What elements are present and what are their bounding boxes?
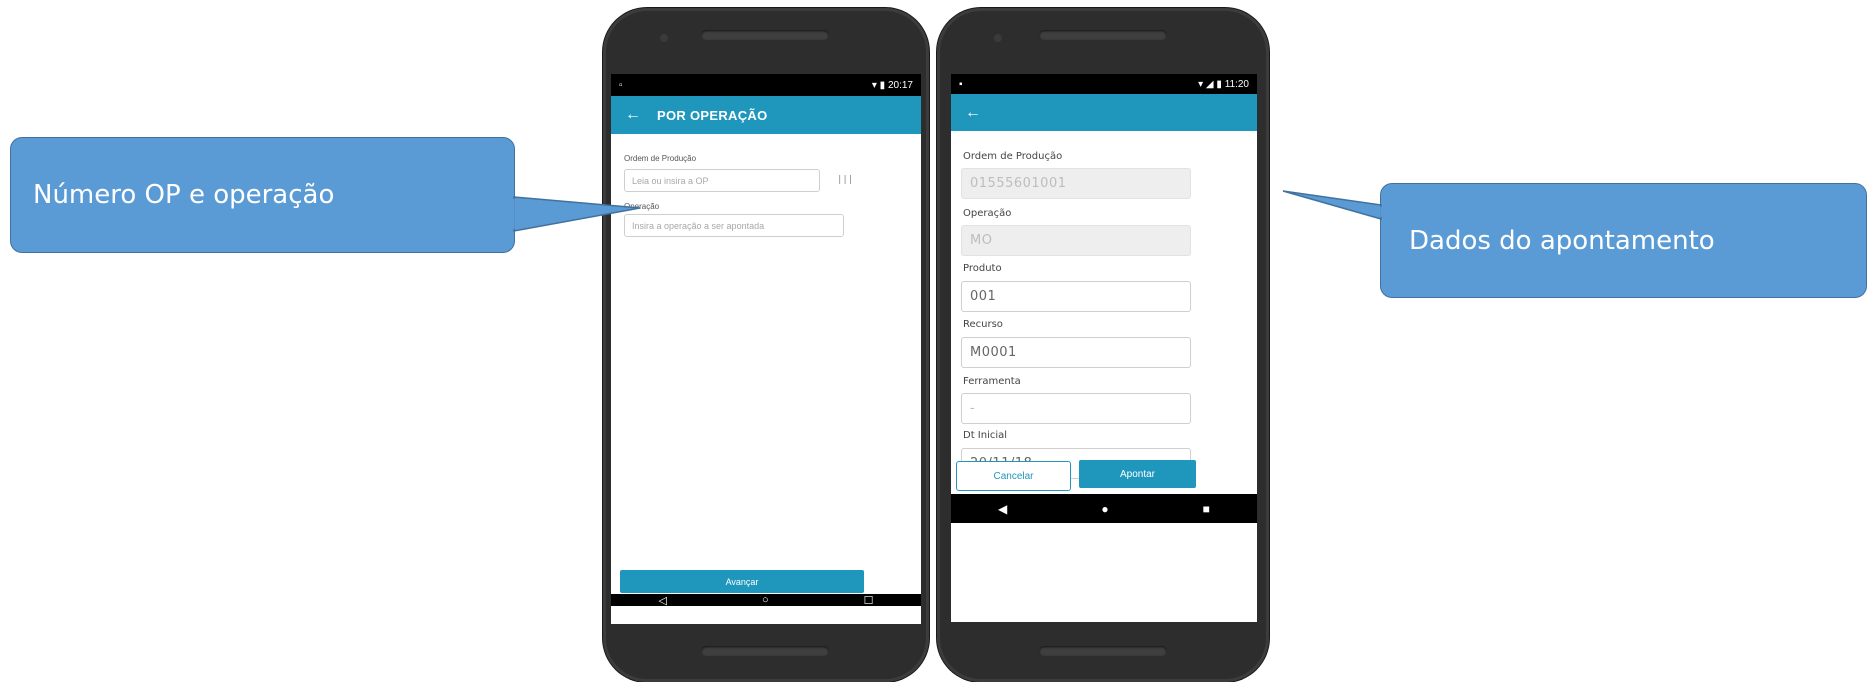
- earpiece-speaker: [701, 30, 829, 40]
- app-bar: ←: [951, 94, 1257, 131]
- field-label-op: Ordem de Produção: [624, 154, 697, 163]
- wifi-icon: ▾: [1198, 78, 1204, 90]
- arrow-left-icon[interactable]: ←: [965, 104, 981, 122]
- field-label-product: Produto: [963, 263, 1002, 274]
- phone-left: ▫ ▾ ▮ 20:17 ← POR OPERAÇÃO Ordem de Prod…: [603, 8, 929, 682]
- field-label-operation: Operação: [624, 202, 660, 211]
- field-label-resource: Recurso: [963, 319, 1003, 330]
- cancel-button[interactable]: Cancelar: [956, 461, 1071, 491]
- advance-button[interactable]: Avançar: [620, 570, 864, 593]
- notification-icon: ▫: [619, 79, 623, 91]
- bottom-speaker: [701, 646, 829, 656]
- product-field[interactable]: 001: [961, 281, 1191, 312]
- wifi-icon: ▾: [871, 79, 877, 91]
- callout-text: Número OP e operação: [33, 180, 335, 210]
- battery-icon: ▮: [879, 79, 886, 91]
- android-nav-bar: ◁ ○ ☐: [611, 594, 921, 607]
- callout-entry-data: Dados do apontamento: [1380, 183, 1867, 298]
- field-label-op: Ordem de Produção: [963, 151, 1063, 162]
- android-nav-bar: ◀ ● ■: [951, 494, 1257, 523]
- field-label-start-date: Dt Inicial: [963, 430, 1008, 441]
- callout-op-number: Número OP e operação: [10, 137, 515, 253]
- nav-recents-icon[interactable]: ■: [1203, 502, 1210, 516]
- status-icons: ▾ ▮ 20:17: [872, 80, 913, 91]
- tool-field[interactable]: -: [961, 393, 1191, 424]
- front-camera: [994, 34, 1002, 42]
- arrow-left-icon[interactable]: ←: [625, 106, 641, 124]
- screen: ▫ ▾ ▮ 20:17 ← POR OPERAÇÃO Ordem de Prod…: [611, 74, 921, 624]
- nav-back-icon[interactable]: ◀: [998, 502, 1007, 516]
- nav-recents-icon[interactable]: ☐: [864, 594, 874, 607]
- bottom-speaker: [1039, 646, 1167, 656]
- page-title: POR OPERAÇÃO: [657, 107, 768, 123]
- field-label-tool: Ferramenta: [963, 376, 1021, 387]
- field-label-operation: Operação: [963, 208, 1012, 219]
- callout-text: Dados do apontamento: [1409, 225, 1715, 256]
- screen: ▪ ▾ ◢ ▮ 11:20 ← Ordem de Produção 015556…: [951, 74, 1257, 622]
- operation-field: MO: [961, 225, 1191, 256]
- status-time: 11:20: [1224, 78, 1249, 90]
- nav-home-icon[interactable]: ○: [762, 594, 769, 606]
- front-camera: [660, 34, 668, 42]
- op-input[interactable]: Leia ou insira a OP: [624, 169, 820, 192]
- status-icons: ▾ ◢ ▮ 11:20: [1198, 79, 1249, 90]
- battery-icon: ▮: [1216, 78, 1222, 90]
- phone-right: ▪ ▾ ◢ ▮ 11:20 ← Ordem de Produção 015556…: [937, 8, 1269, 682]
- resource-field[interactable]: M0001: [961, 337, 1191, 368]
- status-bar: ▪ ▾ ◢ ▮ 11:20: [951, 74, 1257, 94]
- app-bar: ← POR OPERAÇÃO: [611, 96, 921, 134]
- op-field: 01555601001: [961, 168, 1191, 199]
- nav-back-icon[interactable]: ◁: [659, 594, 667, 607]
- callout-pointers: [511, 190, 1384, 232]
- earpiece-speaker: [1039, 30, 1167, 40]
- operation-input[interactable]: Insira a operação a ser apontada: [624, 214, 844, 237]
- callout-right-pointer: [1282, 190, 1382, 220]
- status-time: 20:17: [887, 79, 913, 91]
- signal-icon: ◢: [1205, 78, 1214, 90]
- submit-button[interactable]: Apontar: [1079, 460, 1196, 488]
- nav-home-icon[interactable]: ●: [1101, 502, 1108, 516]
- barcode-scan-icon[interactable]: |||: [837, 175, 853, 185]
- status-bar: ▫ ▾ ▮ 20:17: [611, 74, 921, 96]
- sd-card-icon: ▪: [959, 78, 963, 90]
